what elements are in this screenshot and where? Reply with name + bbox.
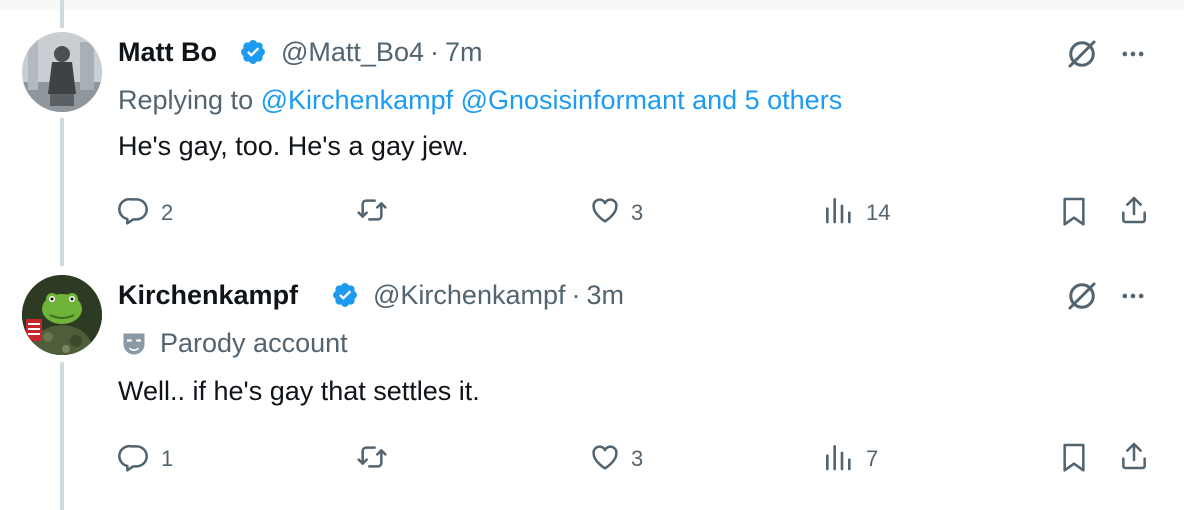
top-separator [0, 0, 1184, 10]
parody-account-label: Parody account [160, 328, 348, 358]
view-count[interactable]: 14 [866, 200, 890, 226]
tweet-text: He's gay, too. He's a gay jew. [118, 131, 469, 161]
share-icon[interactable] [1118, 440, 1150, 472]
thread-line-top [60, 0, 64, 28]
bookmark-icon[interactable] [1058, 440, 1090, 474]
parody-mask-icon [123, 333, 145, 355]
like-icon[interactable] [588, 441, 622, 473]
share-icon[interactable] [1118, 194, 1150, 226]
retweet-icon[interactable] [354, 194, 390, 226]
views-icon[interactable] [822, 194, 854, 226]
reply-icon[interactable] [118, 441, 150, 473]
author-name[interactable]: Matt Bo [118, 36, 217, 68]
author-handle-line: @Matt_Bo4 · 7m [281, 36, 483, 68]
thread-line [60, 118, 64, 266]
grok-slash-icon[interactable] [1064, 36, 1100, 72]
replying-to-mentions[interactable]: @Kirchenkampf @Gnosisinformant and 5 oth… [261, 85, 843, 115]
retweet-icon[interactable] [354, 441, 390, 473]
separator-dot: · [429, 37, 439, 67]
verified-badge-icon[interactable] [331, 281, 359, 309]
grok-slash-icon[interactable] [1064, 278, 1100, 314]
timestamp[interactable]: 3m [586, 280, 624, 310]
author-handle[interactable]: @Kirchenkampf [373, 280, 565, 310]
timestamp[interactable]: 7m [445, 37, 483, 67]
tweet-text: Well.. if he's gay that settles it. [118, 376, 480, 406]
views-icon[interactable] [822, 441, 854, 473]
thread-line [60, 362, 64, 510]
more-icon[interactable] [1116, 282, 1150, 310]
reply-count[interactable]: 1 [161, 446, 173, 472]
like-count[interactable]: 3 [631, 446, 643, 472]
separator-dot: · [571, 280, 581, 310]
avatar[interactable] [22, 275, 102, 355]
avatar[interactable] [22, 32, 102, 112]
verified-badge-icon[interactable] [239, 38, 267, 66]
author-name[interactable]: Kirchenkampf [118, 279, 298, 311]
replying-to: Replying to @Kirchenkampf @Gnosisinforma… [118, 84, 842, 116]
view-count[interactable]: 7 [866, 446, 878, 472]
like-count[interactable]: 3 [631, 200, 643, 226]
more-icon[interactable] [1116, 40, 1150, 68]
reply-icon[interactable] [118, 194, 150, 226]
like-icon[interactable] [588, 194, 622, 226]
author-handle-line: @Kirchenkampf · 3m [373, 279, 624, 311]
reply-count[interactable]: 2 [161, 200, 173, 226]
author-handle[interactable]: @Matt_Bo4 [281, 37, 424, 67]
bookmark-icon[interactable] [1058, 194, 1090, 228]
replying-to-label: Replying to [118, 85, 254, 115]
